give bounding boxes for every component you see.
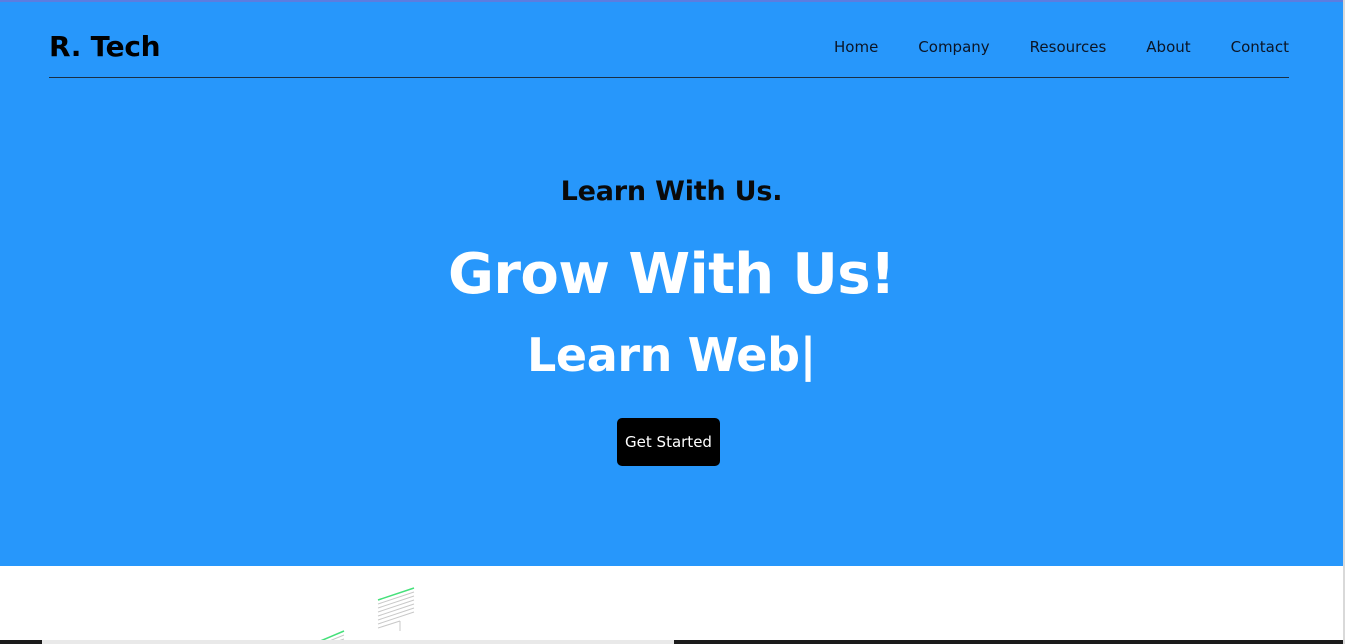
page: R. Tech Home Company Resources About Con…: [0, 0, 1345, 644]
get-started-button[interactable]: Get Started: [617, 418, 720, 466]
bottom-strip-dark-right: [674, 640, 1343, 644]
illustration-panel-upper: [377, 587, 415, 631]
hero-kicker: Learn With Us.: [560, 176, 783, 207]
hero-typed-text: Learn Web|: [526, 328, 817, 382]
bottom-strip-dark-left: [0, 640, 42, 644]
below-fold-section: [0, 566, 1343, 644]
hero-section: R. Tech Home Company Resources About Con…: [0, 0, 1343, 566]
hero-headline: Grow With Us!: [448, 242, 896, 307]
hero-content: Learn With Us. Grow With Us! Learn Web| …: [0, 0, 1343, 566]
isometric-lines-illustration-icon: [317, 587, 415, 644]
top-edge-line: [0, 0, 1343, 2]
